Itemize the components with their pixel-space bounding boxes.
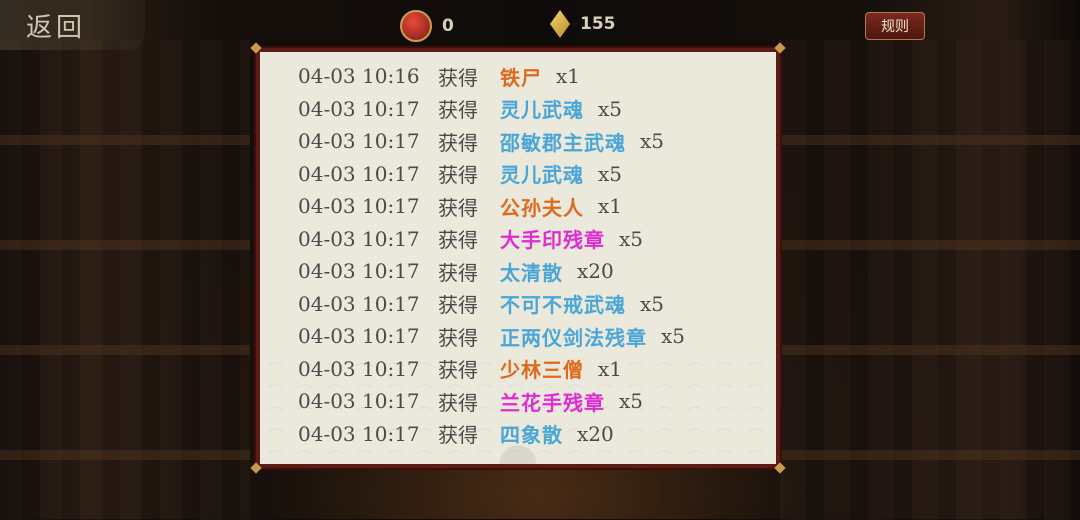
log-verb: 获得 xyxy=(438,293,478,318)
log-time: 04-03 10:17 xyxy=(298,161,420,186)
back-button[interactable]: 返回 xyxy=(0,0,145,50)
log-time: 04-03 10:17 xyxy=(298,324,420,349)
log-verb: 获得 xyxy=(438,358,478,383)
log-quantity: x5 xyxy=(619,226,644,251)
log-item-name: 不可不戒武魂 xyxy=(500,293,626,318)
log-quantity: x5 xyxy=(640,291,665,316)
log-verb: 获得 xyxy=(438,130,478,155)
log-verb: 获得 xyxy=(438,325,478,350)
token-icon xyxy=(400,10,432,42)
log-item-name: 灵儿武魂 xyxy=(500,163,584,188)
log-time: 04-03 10:17 xyxy=(298,421,420,446)
log-row: 04-03 10:17 获得 公孙夫人 x1 xyxy=(260,190,776,223)
log-time: 04-03 10:17 xyxy=(298,389,420,414)
log-list: 04-03 10:16 获得 铁尸 x1 04-03 10:17 获得 灵儿武魂 x5 04-0… xyxy=(260,60,776,450)
log-item-name: 邵敏郡主武魂 xyxy=(500,130,626,155)
log-row: 04-03 10:16 获得 铁尸 x1 xyxy=(260,60,776,93)
log-quantity: x5 xyxy=(598,161,623,186)
log-row: 04-03 10:17 获得 正两仪剑法残章 x5 xyxy=(260,320,776,353)
gem-count: 155 xyxy=(580,14,616,34)
log-row: 04-03 10:17 获得 邵敏郡主武魂 x5 xyxy=(260,125,776,158)
log-time: 04-03 10:17 xyxy=(298,226,420,251)
log-quantity: x1 xyxy=(598,356,623,381)
log-verb: 获得 xyxy=(438,98,478,123)
log-row: 04-03 10:17 获得 灵儿武魂 x5 xyxy=(260,93,776,126)
log-row: 04-03 10:17 获得 灵儿武魂 x5 xyxy=(260,158,776,191)
log-item-name: 灵儿武魂 xyxy=(500,98,584,123)
log-row: 04-03 10:17 获得 四象散 x20 xyxy=(260,418,776,451)
log-verb: 获得 xyxy=(438,195,478,220)
log-row: 04-03 10:17 获得 大手印残章 x5 xyxy=(260,223,776,256)
log-verb: 获得 xyxy=(438,228,478,253)
log-item-name: 兰花手残章 xyxy=(500,390,605,415)
log-quantity: x5 xyxy=(598,96,623,121)
log-row: 04-03 10:17 获得 少林三僧 x1 xyxy=(260,353,776,386)
token-count: 0 xyxy=(442,16,454,36)
rules-button[interactable]: 规则 xyxy=(865,12,925,40)
log-quantity: x20 xyxy=(577,421,614,446)
resource-token: 0 xyxy=(400,10,454,42)
log-row: 04-03 10:17 获得 兰花手残章 x5 xyxy=(260,385,776,418)
log-item-name: 铁尸 xyxy=(500,65,542,90)
log-time: 04-03 10:17 xyxy=(298,194,420,219)
log-item-name: 公孙夫人 xyxy=(500,195,584,220)
log-item-name: 太清散 xyxy=(500,260,563,285)
log-scroll-area[interactable]: 04-03 10:16 获得 铁尸 x1 04-03 10:17 获得 灵儿武魂 x5 04-0… xyxy=(260,52,776,464)
log-verb: 获得 xyxy=(438,163,478,188)
log-item-name: 四象散 xyxy=(500,423,563,448)
log-verb: 获得 xyxy=(438,390,478,415)
log-quantity: x1 xyxy=(556,64,581,89)
log-time: 04-03 10:17 xyxy=(298,96,420,121)
log-time: 04-03 10:16 xyxy=(298,64,420,89)
log-time: 04-03 10:17 xyxy=(298,291,420,316)
log-row: 04-03 10:17 获得 不可不戒武魂 x5 xyxy=(260,288,776,321)
gem-icon xyxy=(550,10,570,38)
log-verb: 获得 xyxy=(438,65,478,90)
log-time: 04-03 10:17 xyxy=(298,356,420,381)
log-quantity: x20 xyxy=(577,259,614,284)
log-row: 04-03 10:17 获得 太清散 x20 xyxy=(260,255,776,288)
log-item-name: 少林三僧 xyxy=(500,358,584,383)
log-verb: 获得 xyxy=(438,260,478,285)
log-quantity: x5 xyxy=(619,389,644,414)
log-item-name: 大手印残章 xyxy=(500,228,605,253)
resource-gem: 155 xyxy=(550,10,616,38)
log-time: 04-03 10:17 xyxy=(298,129,420,154)
reward-log-panel: 04-03 10:16 获得 铁尸 x1 04-03 10:17 获得 灵儿武魂 x5 04-0… xyxy=(250,42,786,474)
bookshelf-right xyxy=(780,40,1080,520)
log-quantity: x5 xyxy=(640,129,665,154)
log-quantity: x5 xyxy=(661,324,686,349)
top-bar: 返回 0 155 规则 xyxy=(0,0,1080,50)
log-quantity: x1 xyxy=(598,194,623,219)
bookshelf-left xyxy=(0,40,250,520)
log-time: 04-03 10:17 xyxy=(298,259,420,284)
log-item-name: 正两仪剑法残章 xyxy=(500,325,647,350)
log-verb: 获得 xyxy=(438,423,478,448)
